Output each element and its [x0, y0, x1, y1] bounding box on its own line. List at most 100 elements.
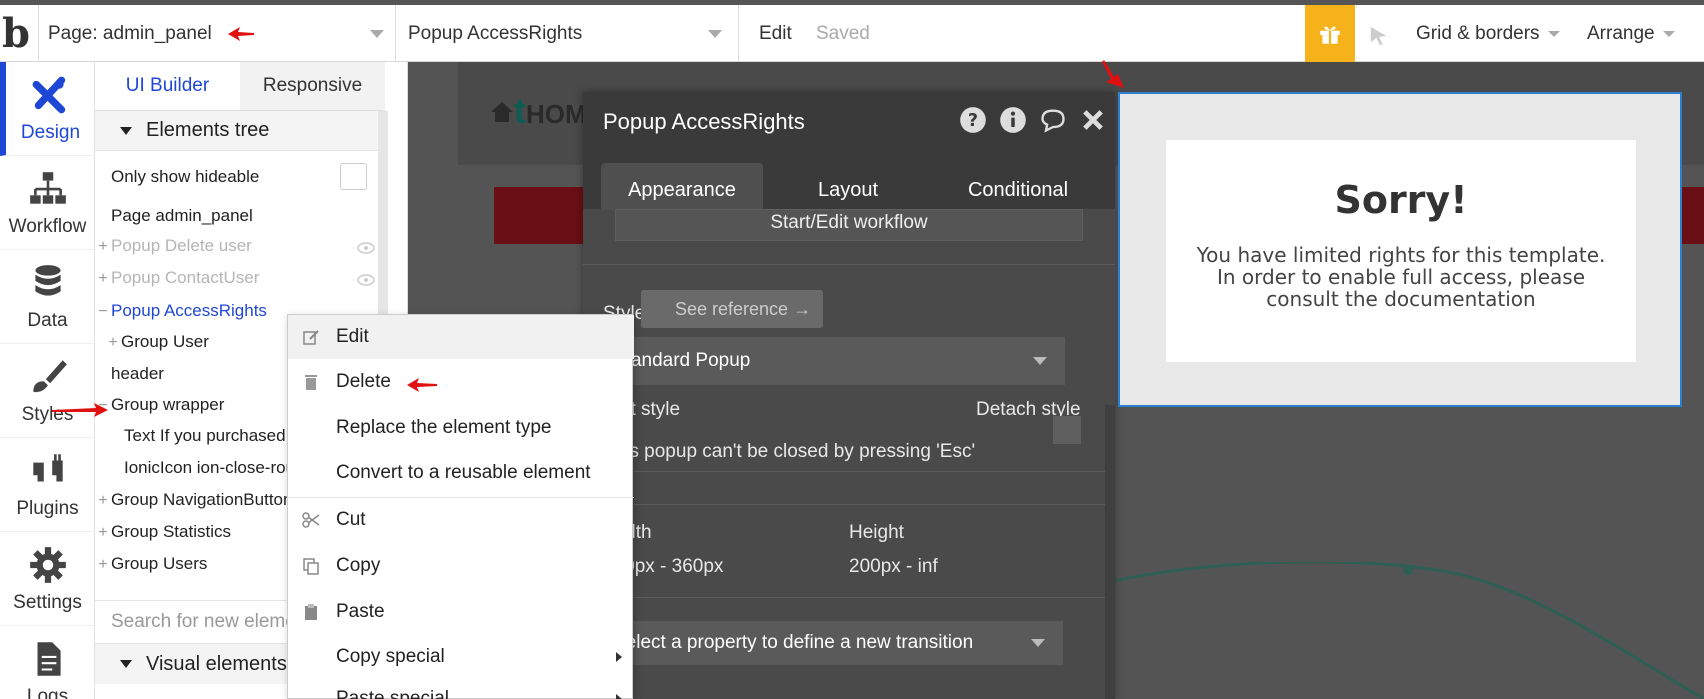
annotation-arrow-icon	[407, 378, 437, 392]
rail-item-design[interactable]: Design	[0, 62, 95, 156]
close-icon[interactable]	[1079, 106, 1107, 134]
visual-elements-label: Visual elements	[146, 652, 287, 675]
see-reference-tooltip[interactable]: See reference →	[641, 290, 823, 328]
context-menu: Edit Delete Replace the element type Con…	[287, 314, 634, 699]
tree-item[interactable]: + Popup ContactUser	[95, 268, 378, 288]
grid-borders-menu[interactable]: Grid & borders	[1416, 5, 1560, 62]
canvas-chart-curve	[1108, 562, 1704, 699]
menu-item-replace-type[interactable]: Replace the element type	[288, 406, 634, 450]
submenu-arrow-icon	[616, 652, 622, 662]
chevron-down-icon	[1547, 30, 1560, 37]
arrange-menu[interactable]: Arrange	[1587, 5, 1675, 62]
submenu-arrow-icon	[616, 694, 622, 699]
menu-item-cut[interactable]: Cut	[288, 498, 634, 542]
divider	[583, 264, 1115, 265]
bubble-logo[interactable]: b	[2, 14, 36, 56]
only-hideable-checkbox[interactable]	[340, 163, 367, 190]
height-value[interactable]: 200px - inf	[849, 556, 938, 578]
editor-title: Popup AccessRights	[603, 109, 805, 134]
divider	[738, 5, 739, 62]
left-rail: Design Workflow Data Styles Plugins Sett…	[0, 62, 95, 699]
popup-preview[interactable]: Sorry! You have limited rights for this …	[1118, 92, 1682, 407]
collapse-triangle-icon	[120, 126, 132, 135]
workflow-icon	[29, 172, 66, 204]
elements-tree-label: Elements tree	[146, 119, 270, 141]
page-selector[interactable]: Page: admin_panel	[48, 5, 388, 62]
divider	[395, 5, 396, 62]
chevron-down-icon	[708, 30, 722, 38]
menu-item-copy-special[interactable]: Copy special	[288, 635, 634, 679]
chevron-down-icon	[1033, 357, 1047, 365]
esc-close-label: This popup can't be closed by pressing '…	[603, 441, 976, 462]
gear-icon	[29, 547, 66, 583]
database-icon	[34, 265, 61, 296]
help-icon[interactable]: ?	[959, 106, 987, 134]
chevron-down-icon	[1031, 639, 1045, 647]
canvas-red-banner	[494, 187, 594, 244]
annotation-arrow-icon	[1102, 60, 1124, 88]
home-icon	[491, 102, 513, 122]
plug-icon	[32, 454, 63, 482]
editor-icons: ?	[959, 106, 1107, 134]
rail-label: Workflow	[8, 216, 87, 237]
editor-title-bar[interactable]: Popup AccessRights ?	[583, 92, 1115, 152]
elements-tree-header[interactable]: Elements tree	[95, 111, 378, 151]
gift-button[interactable]	[1305, 5, 1355, 62]
tab-ui-builder[interactable]: UI Builder	[95, 62, 240, 110]
editor-tabs: Appearance Layout Conditional	[583, 152, 1115, 217]
transition-dropdown-label: Select a property to define a new transi…	[613, 632, 974, 653]
rail-item-settings[interactable]: Settings	[0, 532, 95, 626]
menu-item-copy[interactable]: Copy	[288, 544, 634, 588]
esc-close-checkbox[interactable]	[1053, 416, 1081, 444]
document-icon	[37, 642, 61, 676]
rail-label: Logs	[26, 686, 69, 699]
rail-item-styles[interactable]: Styles	[0, 344, 95, 438]
rail-item-data[interactable]: Data	[0, 250, 95, 344]
eye-icon[interactable]	[357, 274, 375, 286]
element-selector[interactable]: Popup AccessRights	[408, 5, 726, 62]
rail-item-plugins[interactable]: Plugins	[0, 438, 95, 532]
collapse-triangle-icon	[120, 660, 132, 668]
edit-menu[interactable]: Edit	[759, 5, 792, 62]
only-hideable-label: Only show hideable	[111, 167, 260, 186]
menu-item-paste-special[interactable]: Paste special	[288, 677, 634, 699]
divider	[583, 471, 1115, 472]
eye-icon[interactable]	[357, 242, 375, 254]
tree-item[interactable]: Page admin_panel	[95, 206, 378, 226]
rail-label: Settings	[13, 592, 82, 613]
chevron-down-icon	[370, 30, 384, 38]
divider	[583, 504, 1115, 505]
menu-item-paste[interactable]: Paste	[288, 590, 634, 634]
popup-preview-content: Sorry! You have limited rights for this …	[1166, 140, 1636, 362]
page-selector-label: Page: admin_panel	[48, 22, 212, 44]
rail-label: Plugins	[16, 498, 79, 519]
chevron-down-icon	[1662, 30, 1675, 37]
arrange-label: Arrange	[1587, 22, 1655, 44]
height-label: Height	[849, 522, 904, 543]
divider	[583, 597, 1115, 598]
rail-item-logs[interactable]: Logs	[0, 626, 95, 699]
rail-item-workflow[interactable]: Workflow	[0, 156, 95, 250]
editor-scrollbar[interactable]	[1105, 405, 1115, 699]
menu-item-convert-reusable[interactable]: Convert to a reusable element	[288, 451, 634, 495]
design-icon	[32, 76, 65, 114]
tab-responsive[interactable]: Responsive	[240, 62, 385, 110]
info-icon[interactable]	[999, 106, 1027, 134]
grid-borders-label: Grid & borders	[1416, 22, 1540, 44]
saved-status: Saved	[816, 22, 870, 44]
editor-body: Start/Edit workflow Style Attribute Stan…	[583, 209, 1115, 699]
menu-item-edit[interactable]: Edit	[288, 315, 634, 359]
sorry-heading: Sorry!	[1334, 178, 1468, 222]
rail-label: Data	[27, 310, 68, 331]
comment-icon[interactable]	[1039, 106, 1067, 134]
property-editor: Popup AccessRights ? Appearance Layout C…	[583, 92, 1115, 699]
tree-item[interactable]: + Popup Delete user	[95, 236, 378, 256]
transition-dropdown[interactable]: Select a property to define a new transi…	[603, 621, 1063, 665]
limited-rights-message: You have limited rights for this templat…	[1196, 243, 1606, 311]
see-reference-label: See reference →	[675, 298, 812, 319]
menu-item-delete[interactable]: Delete	[288, 360, 634, 404]
start-edit-workflow-button[interactable]: Start/Edit workflow	[615, 209, 1083, 241]
element-selector-label: Popup AccessRights	[408, 22, 583, 44]
style-dropdown[interactable]: Standard Popup	[603, 337, 1065, 385]
cursor-icon[interactable]	[1368, 25, 1390, 47]
